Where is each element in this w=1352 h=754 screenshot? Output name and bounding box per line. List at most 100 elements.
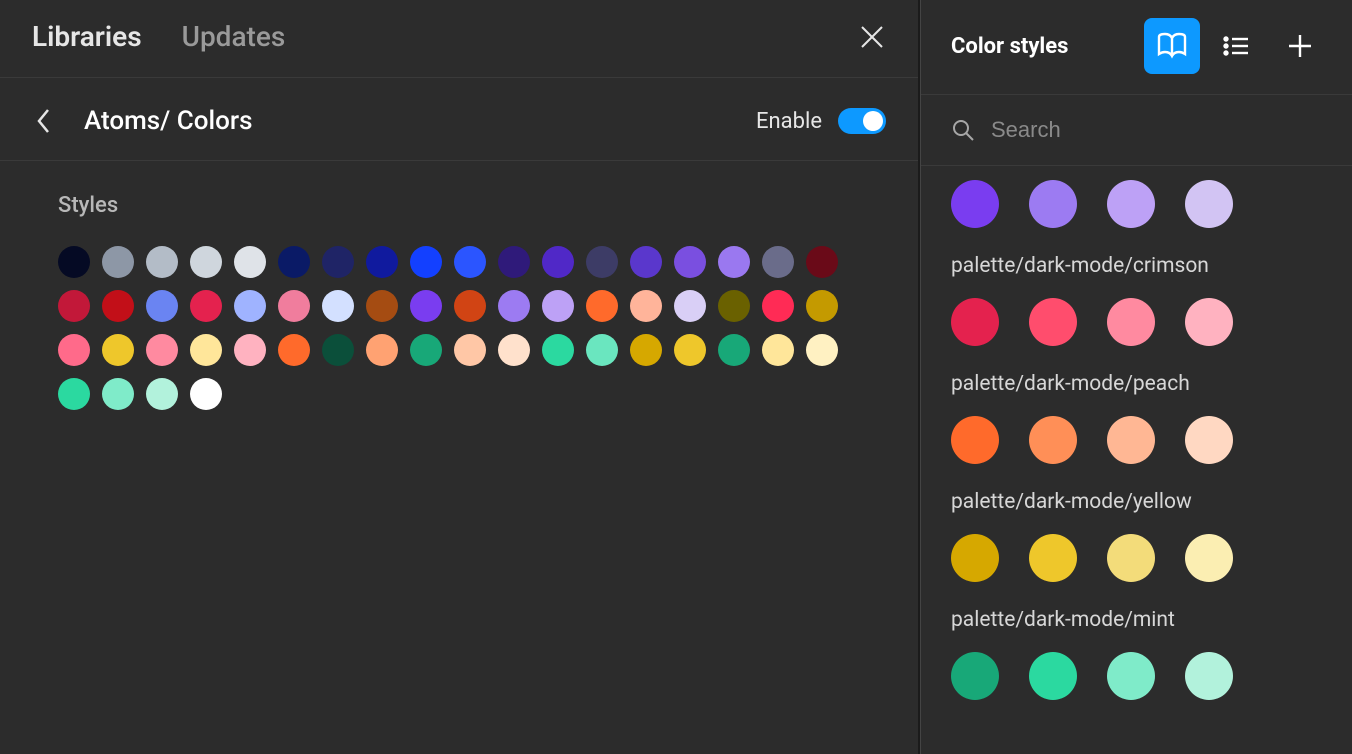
style-swatch[interactable] — [410, 290, 442, 322]
style-swatch[interactable] — [542, 246, 574, 278]
color-group: palette/dark-mode/peach — [951, 372, 1322, 464]
style-swatch[interactable] — [234, 334, 266, 366]
style-swatch[interactable] — [190, 378, 222, 410]
search-input[interactable] — [991, 117, 1322, 143]
color-swatch[interactable] — [1029, 180, 1077, 228]
style-swatch[interactable] — [630, 290, 662, 322]
style-swatch[interactable] — [542, 334, 574, 366]
style-swatch[interactable] — [234, 246, 266, 278]
color-swatch[interactable] — [1185, 180, 1233, 228]
style-swatch[interactable] — [102, 246, 134, 278]
style-swatch[interactable] — [322, 334, 354, 366]
close-button[interactable] — [858, 23, 886, 51]
color-group-row — [951, 652, 1322, 700]
add-style-button[interactable] — [1272, 18, 1328, 74]
style-swatch[interactable] — [190, 290, 222, 322]
color-group-label: palette/dark-mode/crimson — [951, 254, 1322, 278]
color-swatch[interactable] — [1185, 652, 1233, 700]
style-swatch[interactable] — [190, 246, 222, 278]
style-swatch[interactable] — [454, 334, 486, 366]
style-swatch[interactable] — [146, 334, 178, 366]
style-swatch[interactable] — [542, 290, 574, 322]
style-swatch[interactable] — [410, 334, 442, 366]
style-swatch[interactable] — [718, 246, 750, 278]
color-swatch[interactable] — [1029, 652, 1077, 700]
color-swatch[interactable] — [1107, 298, 1155, 346]
style-swatch[interactable] — [762, 290, 794, 322]
style-swatch[interactable] — [674, 290, 706, 322]
style-swatch[interactable] — [234, 290, 266, 322]
color-swatch[interactable] — [1107, 180, 1155, 228]
style-swatch[interactable] — [762, 246, 794, 278]
tab-libraries[interactable]: Libraries — [32, 20, 142, 53]
style-swatch[interactable] — [498, 246, 530, 278]
style-swatch[interactable] — [674, 246, 706, 278]
view-list-button[interactable] — [1208, 18, 1264, 74]
style-swatch[interactable] — [806, 334, 838, 366]
style-swatch[interactable] — [586, 290, 618, 322]
style-swatch[interactable] — [410, 246, 442, 278]
style-swatch[interactable] — [146, 290, 178, 322]
color-swatch[interactable] — [1107, 416, 1155, 464]
color-group-label: palette/dark-mode/peach — [951, 372, 1322, 396]
style-swatch[interactable] — [278, 246, 310, 278]
style-swatch[interactable] — [366, 334, 398, 366]
color-swatch[interactable] — [1029, 298, 1077, 346]
style-swatch[interactable] — [102, 378, 134, 410]
close-icon — [859, 24, 885, 50]
style-swatch[interactable] — [366, 246, 398, 278]
color-swatch[interactable] — [951, 534, 999, 582]
color-group-label: palette/dark-mode/mint — [951, 608, 1322, 632]
color-group-row — [951, 416, 1322, 464]
color-swatch[interactable] — [951, 298, 999, 346]
style-swatch[interactable] — [190, 334, 222, 366]
style-swatch[interactable] — [806, 290, 838, 322]
style-swatch[interactable] — [322, 290, 354, 322]
color-swatch[interactable] — [1107, 652, 1155, 700]
color-swatch[interactable] — [1185, 416, 1233, 464]
color-swatch[interactable] — [1185, 534, 1233, 582]
style-swatch[interactable] — [762, 334, 794, 366]
style-swatch[interactable] — [366, 290, 398, 322]
back-button[interactable] — [32, 109, 56, 133]
style-swatch[interactable] — [278, 290, 310, 322]
style-swatch[interactable] — [58, 378, 90, 410]
style-swatch[interactable] — [322, 246, 354, 278]
style-swatch[interactable] — [146, 378, 178, 410]
style-swatch[interactable] — [58, 290, 90, 322]
enable-toggle[interactable] — [838, 108, 886, 134]
color-styles-header: Color styles — [921, 0, 1352, 95]
style-swatch[interactable] — [586, 246, 618, 278]
color-swatch[interactable] — [951, 180, 999, 228]
libraries-panel: Libraries Updates Atoms/ Colors Enable S… — [0, 0, 920, 754]
tab-updates[interactable]: Updates — [182, 20, 286, 53]
color-swatch[interactable] — [951, 652, 999, 700]
style-swatch[interactable] — [454, 246, 486, 278]
style-swatch[interactable] — [278, 334, 310, 366]
color-swatch[interactable] — [1029, 534, 1077, 582]
color-swatch[interactable] — [1107, 534, 1155, 582]
color-styles-title: Color styles — [951, 34, 1068, 59]
style-swatch[interactable] — [718, 290, 750, 322]
style-swatch[interactable] — [102, 334, 134, 366]
style-swatch[interactable] — [58, 246, 90, 278]
style-swatch[interactable] — [674, 334, 706, 366]
style-swatch[interactable] — [806, 246, 838, 278]
color-swatch[interactable] — [1029, 416, 1077, 464]
style-swatch[interactable] — [718, 334, 750, 366]
view-grid-button[interactable] — [1144, 18, 1200, 74]
style-swatch[interactable] — [498, 334, 530, 366]
style-swatch[interactable] — [630, 246, 662, 278]
style-swatch[interactable] — [586, 334, 618, 366]
styles-swatch-grid — [58, 246, 860, 410]
library-title: Atoms/ Colors — [84, 106, 252, 136]
color-swatch[interactable] — [1185, 298, 1233, 346]
style-swatch[interactable] — [498, 290, 530, 322]
style-swatch[interactable] — [630, 334, 662, 366]
color-group-row — [951, 180, 1322, 228]
color-swatch[interactable] — [951, 416, 999, 464]
style-swatch[interactable] — [102, 290, 134, 322]
style-swatch[interactable] — [454, 290, 486, 322]
style-swatch[interactable] — [58, 334, 90, 366]
style-swatch[interactable] — [146, 246, 178, 278]
